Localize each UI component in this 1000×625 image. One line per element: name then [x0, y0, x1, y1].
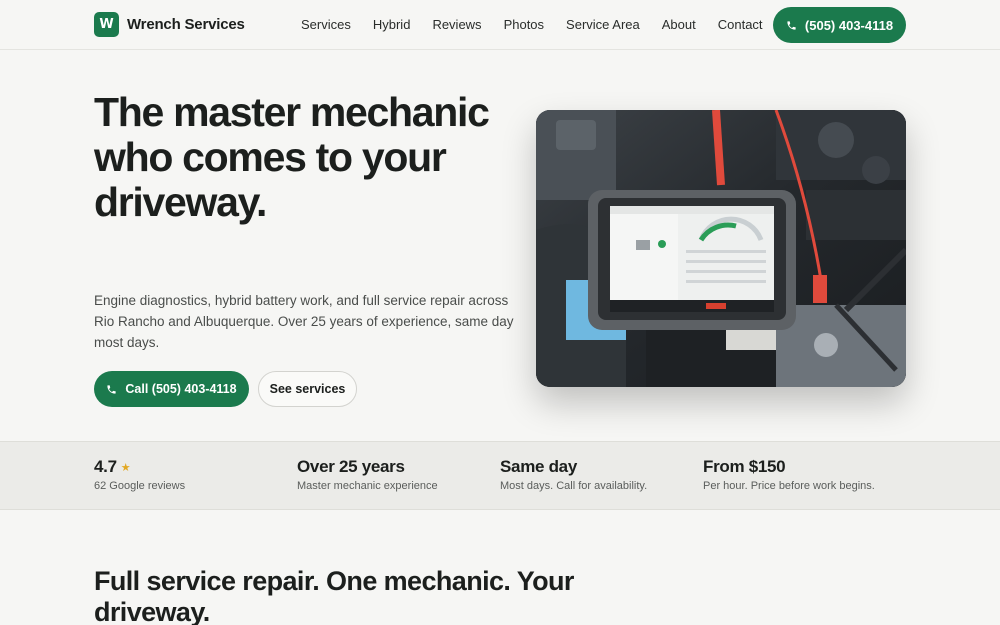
nav-hybrid[interactable]: Hybrid [373, 17, 411, 32]
stat-experience-value: Over 25 years [297, 457, 405, 476]
call-button-label: Call (505) 403-4118 [125, 382, 237, 396]
nav-reviews[interactable]: Reviews [432, 17, 481, 32]
stat-price-value: From $150 [703, 457, 786, 476]
rating-number: 4.7 [94, 457, 117, 476]
nav-about[interactable]: About [662, 17, 696, 32]
stats-bar: 4.7 ★ 62 Google reviews Over 25 years Ma… [0, 441, 1000, 510]
main-nav: Services Hybrid Reviews Photos Service A… [301, 17, 785, 32]
nav-service-area[interactable]: Service Area [566, 17, 640, 32]
nav-services[interactable]: Services [301, 17, 351, 32]
site-header: W Wrench Services Services Hybrid Review… [0, 0, 1000, 50]
nav-contact[interactable]: Contact [718, 17, 763, 32]
star-icon: ★ [120, 461, 131, 474]
stat-availability-label: Most days. Call for availability. [500, 480, 648, 492]
hero-subtitle: Engine diagnostics, hybrid battery work,… [94, 293, 514, 350]
stat-rating-value: 4.7 ★ [94, 457, 185, 477]
stat-rating-label: 62 Google reviews [94, 480, 186, 492]
phone-icon [107, 384, 117, 394]
hero-title: The master mechanic who comes to your dr… [94, 89, 490, 225]
stat-availability-value: Same day [500, 457, 577, 476]
brand-name: Wrench Services [127, 16, 245, 33]
engine-diagnostic-photo [536, 110, 906, 387]
section-title: Full service repair. One mechanic. Your … [94, 566, 574, 625]
stat-rating: 4.7 ★ 62 Google reviews [94, 457, 185, 492]
call-button[interactable]: Call (505) 403-4118 [94, 371, 249, 407]
stat-experience-label: Master mechanic experience [297, 480, 438, 492]
stat-price-label: Per hour. Price before work begins. [703, 480, 875, 492]
header-call-label: (505) 403-4118 [804, 17, 894, 33]
see-services-label: See services [269, 382, 346, 396]
phone-icon [787, 20, 796, 30]
hero-image [536, 110, 906, 387]
logo-mark: W [94, 12, 119, 37]
stat-experience: Over 25 years Master mechanic experience [297, 457, 438, 492]
logo[interactable]: W Wrench Services [94, 12, 245, 37]
see-services-button[interactable]: See services [258, 371, 357, 407]
stat-price: From $150 Per hour. Price before work be… [703, 457, 875, 492]
nav-photos[interactable]: Photos [504, 17, 544, 32]
stat-availability: Same day Most days. Call for availabilit… [500, 457, 647, 492]
header-call-button[interactable]: (505) 403-4118 [773, 7, 906, 43]
